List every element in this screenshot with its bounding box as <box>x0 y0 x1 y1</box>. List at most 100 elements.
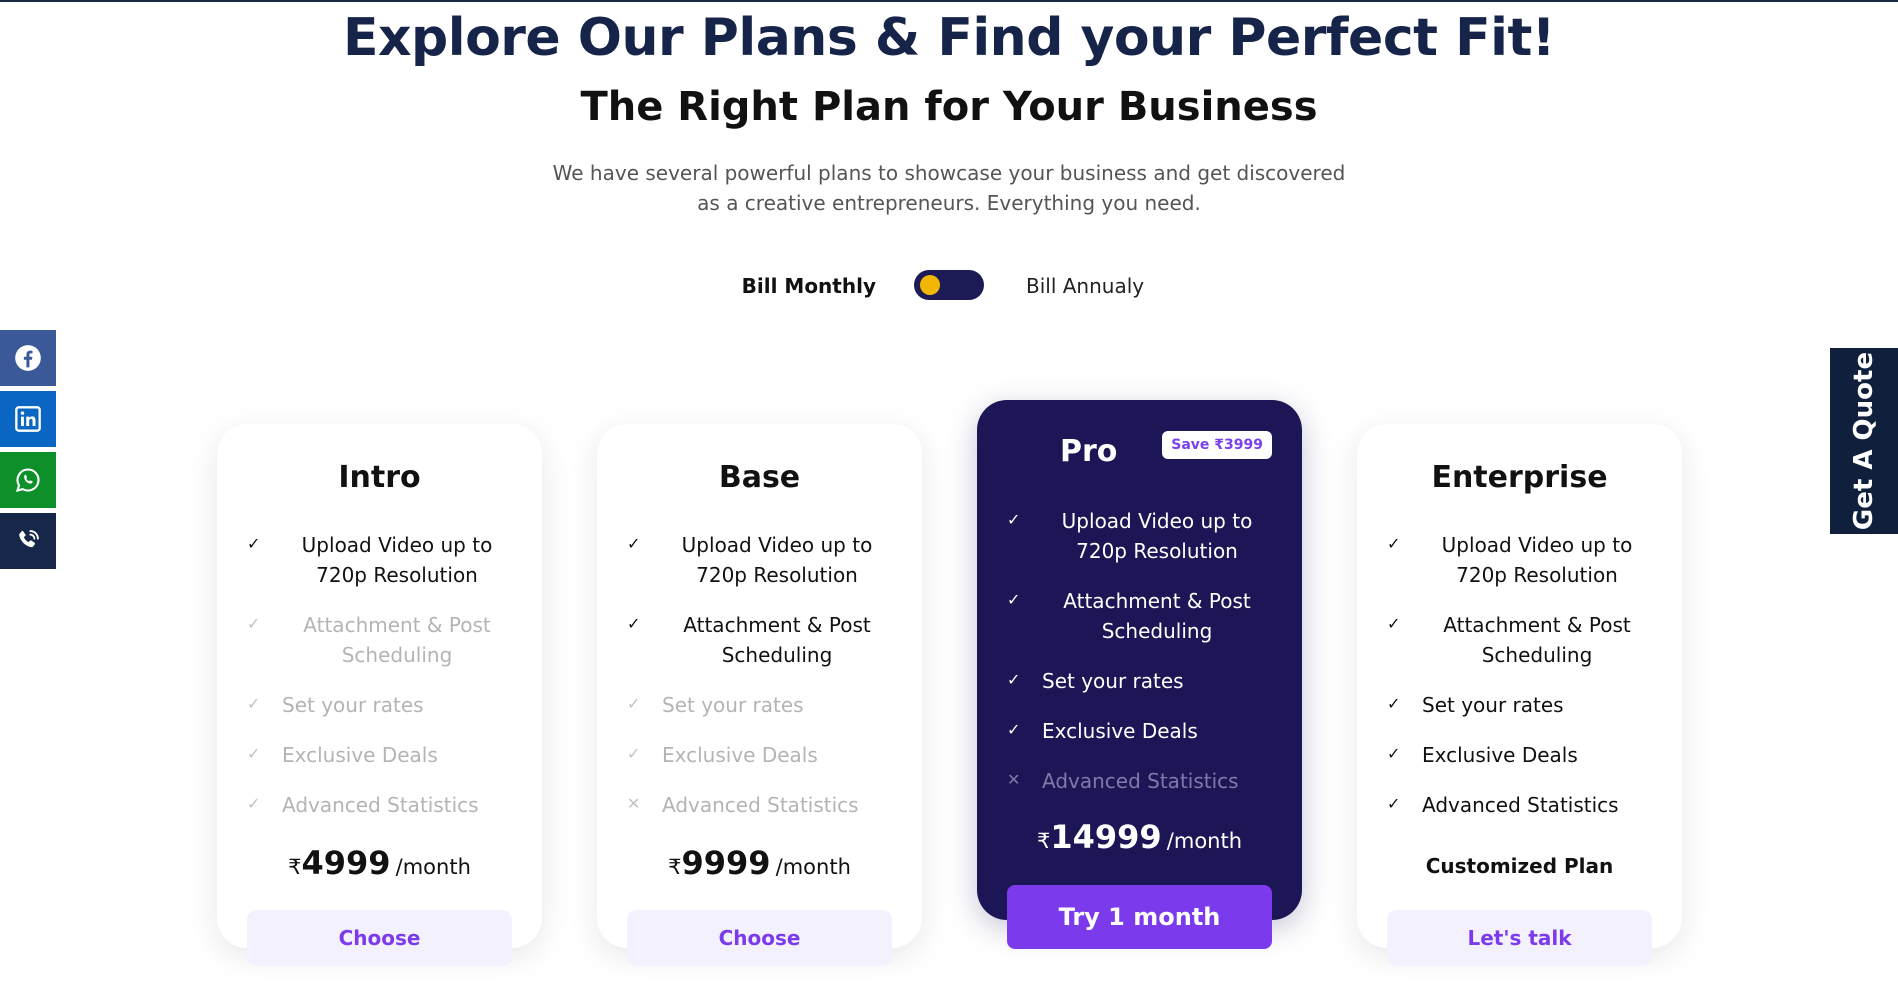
toggle-knob <box>920 275 940 295</box>
linkedin-button[interactable] <box>0 391 56 447</box>
try-1-month-button[interactable]: Try 1 month <box>1007 885 1272 949</box>
feature-item: ✓ Set your rates <box>627 690 897 720</box>
check-icon: ✓ <box>627 694 641 713</box>
plan-name: Pro <box>1060 434 1118 469</box>
feature-item: ✓ Exclusive Deals <box>1387 740 1657 770</box>
feature-item: ✓ Upload Video up to 720p Resolution <box>247 530 517 590</box>
feature-label: Set your rates <box>662 693 804 717</box>
feature-label: Advanced Statistics <box>1042 769 1239 793</box>
feature-label: Upload Video up to <box>681 533 873 557</box>
feature-label: Advanced Statistics <box>1422 793 1619 817</box>
plan-name: Base <box>718 460 801 495</box>
plan-price: ₹14999 /month <box>977 818 1302 856</box>
feature-label: 720p Resolution <box>1076 539 1238 563</box>
feature-label: 720p Resolution <box>696 563 858 587</box>
price-amount: 14999 <box>1050 818 1162 856</box>
feature-label: Exclusive Deals <box>1422 743 1578 767</box>
get-a-quote-label: Get A Quote <box>1849 351 1880 531</box>
feature-label: Scheduling <box>721 643 833 667</box>
check-icon: ✓ <box>1007 670 1021 689</box>
feature-label: Exclusive Deals <box>282 743 438 767</box>
page-description: We have several powerful plans to showca… <box>549 158 1349 218</box>
description-line-2: as a creative entrepreneurs. Everything … <box>697 191 1201 215</box>
customized-plan-label: Customized Plan <box>1425 854 1614 878</box>
check-icon: ✓ <box>1007 590 1021 609</box>
cross-icon: ✕ <box>627 794 641 813</box>
feature-item: ✓ Set your rates <box>247 690 517 720</box>
get-a-quote-tab[interactable]: Get A Quote <box>1830 348 1898 534</box>
page-title: Explore Our Plans & Find your Perfect Fi… <box>342 8 1556 68</box>
feature-label: Set your rates <box>1422 693 1564 717</box>
check-icon: ✓ <box>247 694 261 713</box>
feature-item: ✓ Set your rates <box>1387 690 1657 720</box>
feature-item: ✓ Upload Video up to 720p Resolution <box>1387 530 1657 590</box>
feature-label: Exclusive Deals <box>1042 719 1198 743</box>
check-icon: ✓ <box>1387 534 1401 553</box>
save-badge: Save ₹3999 <box>1162 431 1272 459</box>
feature-item: ✕ Advanced Statistics <box>1007 766 1277 796</box>
lets-talk-button[interactable]: Let's talk <box>1387 910 1652 966</box>
check-icon: ✓ <box>247 534 261 553</box>
check-icon: ✓ <box>1387 794 1401 813</box>
feature-label: Exclusive Deals <box>662 743 818 767</box>
top-border <box>0 0 1898 2</box>
feature-label: Upload Video up to <box>1061 509 1253 533</box>
billing-switch: Bill Monthly Bill Annualy <box>0 270 1898 304</box>
feature-item: ✕ Advanced Statistics <box>627 790 897 820</box>
feature-item: ✓ Exclusive Deals <box>627 740 897 770</box>
feature-label: Advanced Statistics <box>662 793 859 817</box>
currency-symbol: ₹ <box>1036 829 1051 853</box>
price-period: /month <box>775 855 851 879</box>
check-icon: ✓ <box>247 744 261 763</box>
plan-price: ₹4999 /month <box>217 844 542 882</box>
check-icon: ✓ <box>247 794 261 813</box>
check-icon: ✓ <box>627 744 641 763</box>
price-period: /month <box>395 855 471 879</box>
phone-button[interactable] <box>0 513 56 569</box>
bill-monthly-label[interactable]: Bill Monthly <box>700 274 876 298</box>
plan-card-enterprise: Enterprise ✓ Upload Video up to 720p Reso… <box>1357 424 1682 966</box>
feature-item: ✓ Attachment & Post Scheduling <box>247 610 517 670</box>
price-period: /month <box>1166 829 1243 853</box>
choose-button[interactable]: Choose <box>247 910 512 966</box>
plan-card-base: Base ✓ Upload Video up to 720p Resolution… <box>597 424 922 966</box>
check-icon: ✓ <box>1007 720 1021 739</box>
feature-label: Set your rates <box>1042 669 1184 693</box>
choose-button[interactable]: Choose <box>627 910 892 966</box>
price-amount: 4999 <box>301 844 391 882</box>
feature-label: Attachment & Post <box>683 613 871 637</box>
feature-label: 720p Resolution <box>316 563 478 587</box>
facebook-button[interactable] <box>0 330 56 386</box>
billing-toggle[interactable] <box>914 270 984 300</box>
feature-item: ✓ Attachment & Post Scheduling <box>627 610 897 670</box>
feature-item: ✓ Exclusive Deals <box>247 740 517 770</box>
check-icon: ✓ <box>627 614 641 633</box>
plan-name: Enterprise <box>1431 460 1608 495</box>
plan-price: ₹9999 /month <box>597 844 922 882</box>
bill-annual-label[interactable]: Bill Annualy <box>1026 274 1144 298</box>
currency-symbol: ₹ <box>288 855 302 879</box>
plan-name: Intro <box>338 460 421 495</box>
check-icon: ✓ <box>247 614 261 633</box>
feature-label: Attachment & Post <box>303 613 491 637</box>
feature-label: Scheduling <box>1101 619 1213 643</box>
whatsapp-button[interactable] <box>0 452 56 508</box>
feature-label: Upload Video up to <box>301 533 493 557</box>
price-amount: 9999 <box>681 844 771 882</box>
cross-icon: ✕ <box>1007 770 1021 789</box>
feature-item: ✓ Attachment & Post Scheduling <box>1387 610 1657 670</box>
feature-label: Attachment & Post <box>1443 613 1631 637</box>
feature-item: ✓ Set your rates <box>1007 666 1277 696</box>
description-line-1: We have several powerful plans to showca… <box>552 161 1346 185</box>
facebook-icon <box>15 345 41 371</box>
check-icon: ✓ <box>1387 614 1401 633</box>
linkedin-icon <box>15 406 41 432</box>
feature-label: Upload Video up to <box>1441 533 1633 557</box>
feature-item: ✓ Advanced Statistics <box>1387 790 1657 820</box>
feature-item: ✓ Exclusive Deals <box>1007 716 1277 746</box>
feature-label: Set your rates <box>282 693 424 717</box>
feature-label: 720p Resolution <box>1456 563 1618 587</box>
feature-label: Attachment & Post <box>1063 589 1251 613</box>
feature-label: Advanced Statistics <box>282 793 479 817</box>
feature-label: Scheduling <box>1481 643 1593 667</box>
